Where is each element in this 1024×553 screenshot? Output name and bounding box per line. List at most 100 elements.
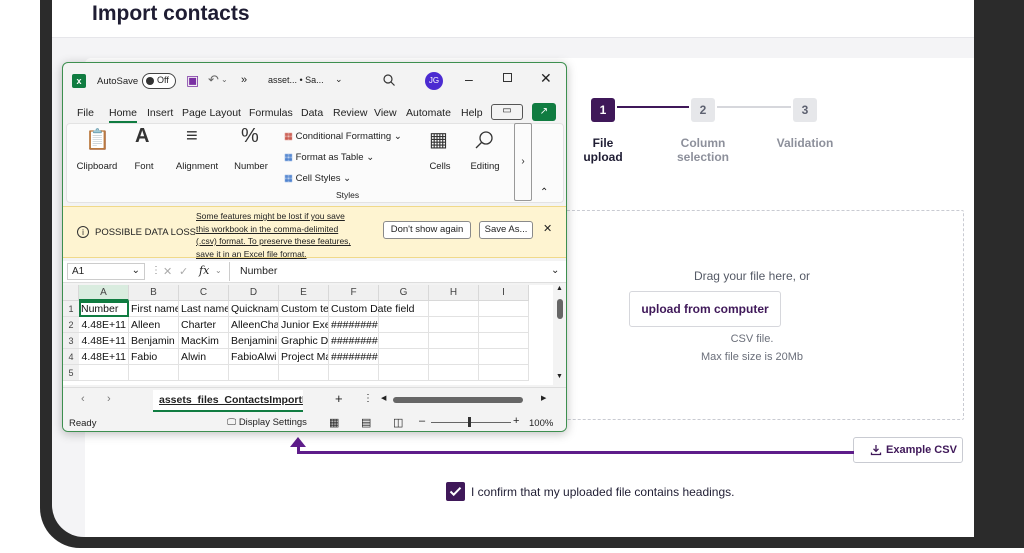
page-layout-view-icon[interactable]: ▤ [361,416,371,429]
horizontal-scroll-thumb[interactable] [393,397,523,403]
dont-show-again-button[interactable]: Don't show again [383,221,471,239]
tab-data[interactable]: Data [301,107,323,119]
table-cell[interactable] [429,365,479,381]
zoom-slider-track[interactable] [431,422,511,423]
name-box[interactable]: A1 ⌄ [67,263,145,280]
scroll-up-icon[interactable]: ▲ [556,285,563,292]
autosave-toggle[interactable]: Off [142,73,176,89]
insert-function-dropdown-icon[interactable]: ⌄ [215,266,222,275]
zoom-out-icon[interactable]: – [419,415,425,427]
close-icon[interactable]: ✕ [540,70,552,87]
table-cell[interactable] [479,333,529,349]
table-cell[interactable] [229,365,279,381]
zoom-level[interactable]: 100% [529,418,553,429]
tab-view[interactable]: View [374,107,397,119]
column-header-b[interactable]: B [129,285,179,301]
table-cell[interactable]: Custom Date field [329,301,414,317]
column-header-d[interactable]: D [229,285,279,301]
tab-page-layout[interactable]: Page Layout [182,107,241,119]
scroll-down-icon[interactable]: ▼ [556,373,563,380]
table-cell[interactable]: Graphic D [279,333,329,349]
table-cell[interactable]: Charter [179,317,229,333]
table-cell[interactable]: 4.48E+11 [79,349,129,365]
format-as-table-button[interactable]: ▦ Format as Table ⌄ [284,152,374,163]
table-cell[interactable] [429,349,479,365]
ribbon-scroll-right-icon[interactable]: › [514,123,532,201]
alignment-group[interactable]: Alignment [171,161,223,172]
add-sheet-icon[interactable]: + [335,391,343,406]
table-cell[interactable]: First name [129,301,179,317]
table-cell[interactable] [429,301,479,317]
sheet-options-icon[interactable]: ⋮ [363,393,373,404]
table-cell[interactable]: Custom te [279,301,329,317]
table-cell[interactable] [329,365,379,381]
next-sheet-icon[interactable]: › [107,393,111,405]
cancel-entry-icon[interactable]: ✕ [163,265,172,278]
expand-formula-bar-icon[interactable]: ⌄ [551,265,559,276]
clipboard-group[interactable]: Clipboard [71,161,123,172]
column-header-h[interactable]: H [429,285,479,301]
editing-group[interactable]: Editing [467,161,503,172]
tab-file[interactable]: File [77,107,94,119]
table-cell[interactable] [379,333,429,349]
prev-sheet-icon[interactable]: ‹ [81,393,85,405]
worksheet-grid[interactable]: A B C D E F G H I 1 Number First name Last name Quick… [63,285,553,385]
save-icon[interactable]: ▣ [186,72,199,89]
cells-icon[interactable]: ▦ [429,127,448,152]
cells-group[interactable]: Cells [425,161,455,172]
zoom-slider-thumb[interactable] [468,417,471,427]
avatar[interactable]: JG [425,72,443,90]
table-cell[interactable] [379,365,429,381]
alignment-icon[interactable]: ≡ [186,125,198,148]
table-cell[interactable] [379,317,429,333]
cell-styles-button[interactable]: ▦ Cell Styles ⌄ [284,173,351,184]
font-group[interactable]: Font [129,161,159,172]
collapse-ribbon-icon[interactable]: ⌃ [540,187,548,198]
table-cell[interactable] [479,349,529,365]
table-cell[interactable]: Last name [179,301,229,317]
tab-help[interactable]: Help [461,107,483,119]
tab-review[interactable]: Review [333,107,367,119]
file-title[interactable]: asset... • Sa... [268,75,324,85]
clipboard-icon[interactable]: 📋 [85,127,110,152]
tab-home[interactable]: Home [109,107,138,123]
select-all-corner[interactable] [63,285,79,301]
table-cell[interactable] [479,365,529,381]
percent-icon[interactable]: % [241,125,259,148]
display-settings-button[interactable]: 🖵 Display Settings [227,417,307,428]
maximize-icon[interactable] [503,73,512,82]
table-cell[interactable] [429,317,479,333]
hscroll-right-icon[interactable]: ▶ [541,394,546,402]
normal-view-icon[interactable]: ▦ [329,416,339,429]
table-cell[interactable]: FabioAlwi [229,349,279,365]
table-cell[interactable] [479,301,529,317]
step-2-badge[interactable]: 2 [691,98,715,122]
table-cell[interactable]: Project Ma [279,349,329,365]
share-icon[interactable]: ↗ [532,103,556,121]
undo-icon[interactable]: ↶ [208,72,219,88]
tab-formulas[interactable]: Formulas [249,107,293,119]
step-1-badge[interactable]: 1 [591,98,615,122]
vertical-scrollbar[interactable]: ▲ ▼ [553,285,566,385]
font-icon[interactable]: A [135,125,149,148]
zoom-in-icon[interactable]: + [513,415,519,427]
column-header-f[interactable]: F [329,285,379,301]
table-cell[interactable]: Fabio [129,349,179,365]
number-group[interactable]: Number [229,161,273,172]
sheet-tab-active[interactable]: assets_files_ContactsImportEx [153,390,303,412]
column-header-c[interactable]: C [179,285,229,301]
row-header[interactable]: 5 [63,365,79,381]
column-header-g[interactable]: G [379,285,429,301]
table-cell[interactable]: 4.48E+11 [79,333,129,349]
table-cell[interactable]: Alwin [179,349,229,365]
name-box-dropdown-icon[interactable]: ⌄ [132,265,140,276]
conditional-formatting-button[interactable]: ▦ Conditional Formatting ⌄ [284,131,402,142]
save-as-button[interactable]: Save As... [479,221,533,239]
table-cell[interactable]: 4.48E+11 [79,317,129,333]
dismiss-warning-icon[interactable]: ✕ [543,222,552,235]
row-header[interactable]: 3 [63,333,79,349]
row-header[interactable]: 4 [63,349,79,365]
row-header[interactable]: 2 [63,317,79,333]
column-header-e[interactable]: E [279,285,329,301]
confirm-checkbox[interactable] [446,482,465,501]
